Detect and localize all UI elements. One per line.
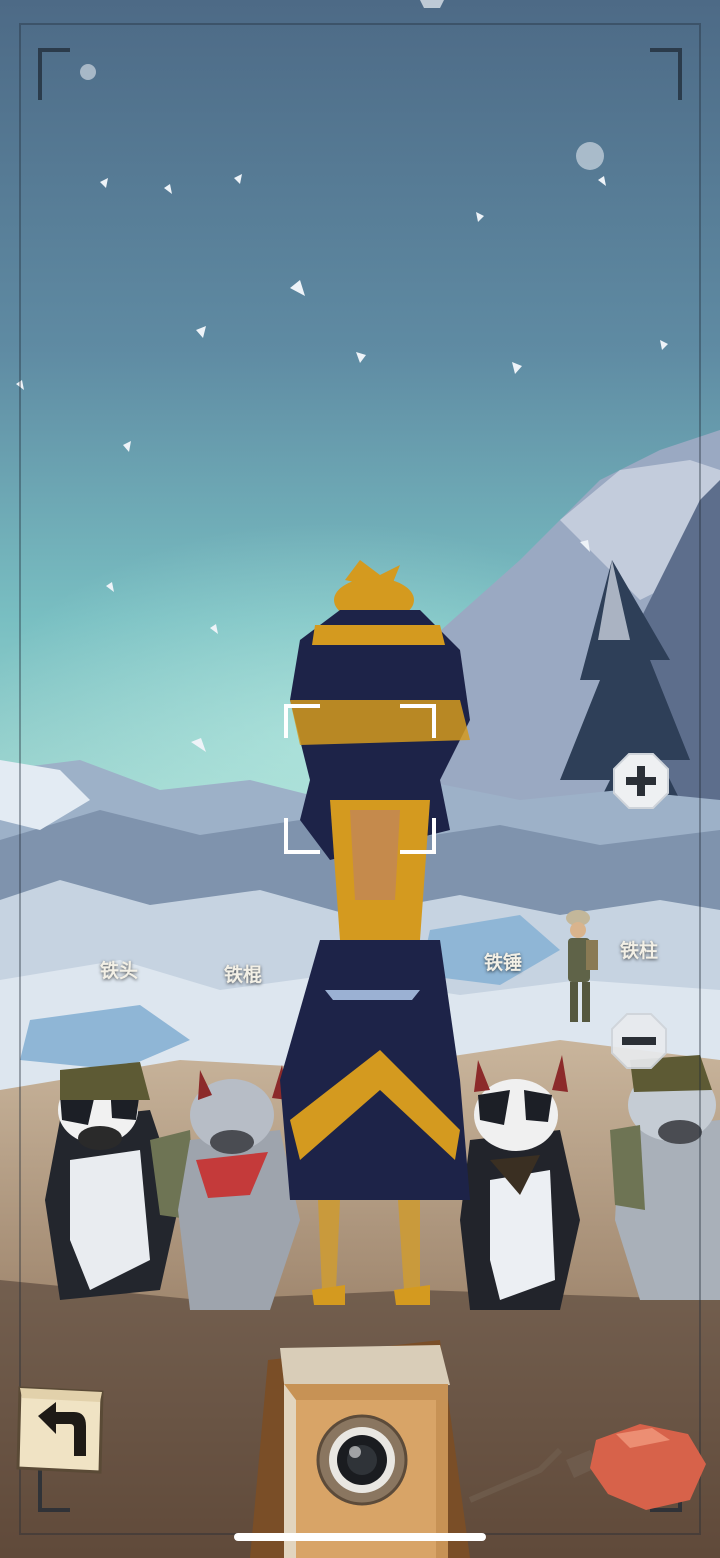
dog-name-label-4: 铁柱 [620, 940, 659, 962]
dog-name-label-3: 铁锤 [484, 952, 523, 974]
back-arrow-icon [16, 1386, 104, 1474]
shutter-bulb[interactable] [560, 1420, 710, 1520]
dog-name-label-2: 铁棍 [224, 964, 263, 986]
minus-icon [611, 1013, 667, 1069]
shutter-button[interactable] [316, 1414, 408, 1506]
back-button[interactable] [16, 1386, 104, 1474]
camera-lens-icon [316, 1414, 408, 1506]
zoom-in-button[interactable] [612, 752, 670, 810]
shutter-bulb-icon [566, 1424, 706, 1510]
plus-icon [613, 753, 669, 809]
zoom-out-button[interactable] [610, 1012, 668, 1070]
home-indicator[interactable] [234, 1533, 486, 1541]
dog-name-label-1: 铁头 [100, 960, 139, 982]
